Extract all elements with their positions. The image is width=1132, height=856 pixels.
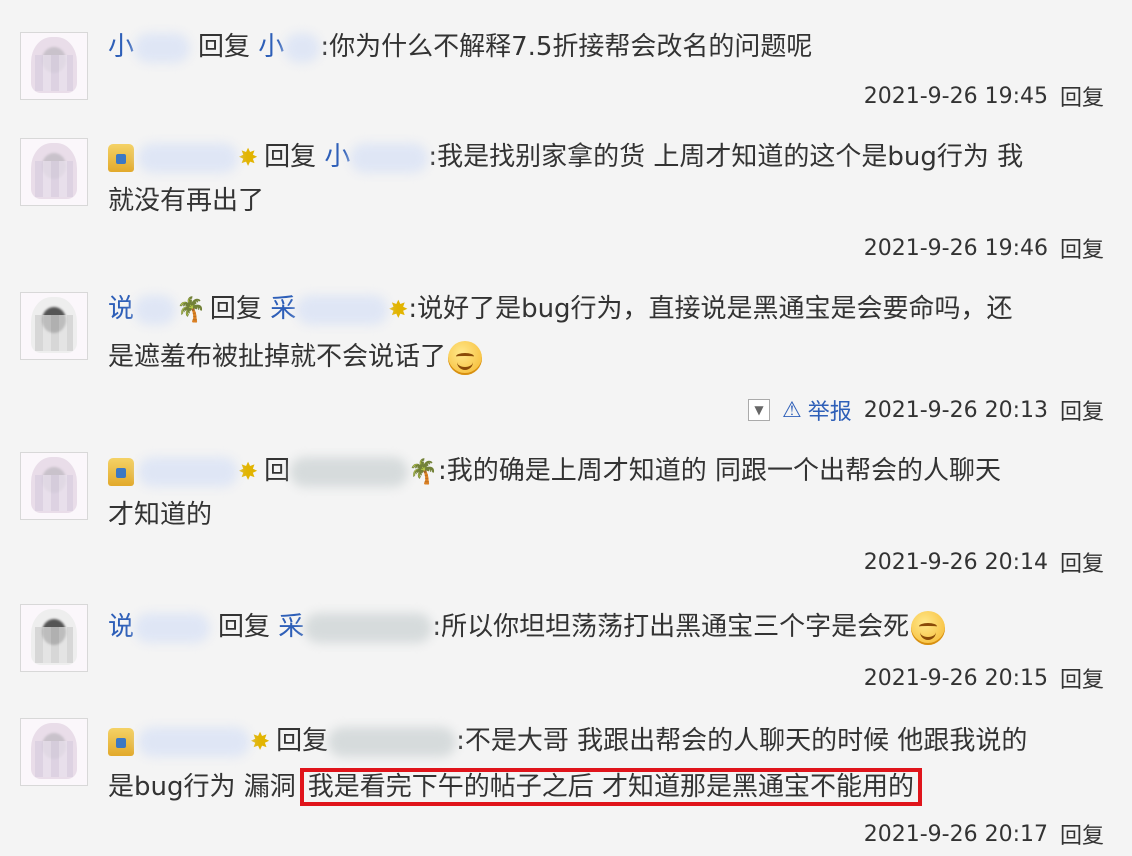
star-badge-icon: ✸: [238, 143, 259, 172]
blurred-username: [304, 612, 433, 643]
avatar[interactable]: [20, 292, 88, 360]
timestamp: 2021-9-26 20:17: [863, 821, 1048, 847]
report-button[interactable]: ⚠ 举报: [782, 394, 852, 426]
timestamp: 2021-9-26 20:13: [863, 397, 1048, 423]
report-label: 举报: [807, 400, 852, 425]
reply-button[interactable]: 回复: [1060, 662, 1104, 694]
crown-icon: [108, 727, 134, 756]
comment-line: ✸ 回复 :不是大哥 我跟出帮会的人聊天的时候 他跟我说的: [108, 718, 1108, 765]
username[interactable]: 说: [108, 612, 211, 643]
palm-icon: 🌴: [176, 295, 206, 324]
comment-meta: ▼ ⚠ 举报 2021-9-26 20:13 回复: [747, 394, 1104, 426]
comment-text: :我是找别家拿的货 上周才知道的这个是bug行为 我: [428, 142, 1024, 172]
reply-target[interactable]: 小: [258, 32, 321, 63]
comment-text: :你为什么不解释7.5折接帮会改名的问题呢: [320, 32, 813, 62]
reply-target[interactable]: 采: [270, 294, 389, 325]
comment-text: :我的确是上周才知道的 同跟一个出帮会的人聊天: [438, 456, 1002, 486]
crown-icon: [108, 457, 134, 486]
comment-text-continued: 就没有再出了: [108, 186, 265, 216]
comment-text-continued-label: 是bug行为 漏洞: [108, 772, 296, 802]
comment-text-continued: 是bug行为 漏洞 我是看完下午的帖子之后 才知道那是黑通宝不能用的: [108, 764, 1108, 810]
star-badge-icon: ✸: [388, 295, 409, 324]
blurred-username: [296, 294, 389, 325]
avatar[interactable]: [20, 718, 88, 786]
reply-target[interactable]: 小: [324, 142, 429, 173]
comment-meta: 2021-9-26 19:46 回复: [864, 232, 1104, 264]
username[interactable]: 小: [108, 32, 191, 63]
comment-thread: 小回复 小:你为什么不解释7.5折接帮会改名的问题呢 2021-9-26 19:…: [0, 0, 1132, 856]
star-badge-icon: ✸: [250, 727, 271, 756]
avatar[interactable]: [20, 604, 88, 672]
comment-text: :不是大哥 我跟出帮会的人聊天的时候 他跟我说的: [456, 726, 1028, 756]
blurred-username: [284, 32, 321, 63]
comment-line: ✸ 回复 小:我是找别家拿的货 上周才知道的这个是bug行为 我: [108, 134, 1108, 181]
blurred-username: [290, 456, 409, 487]
warning-icon: ⚠: [781, 397, 802, 423]
reply-button[interactable]: 回复: [1060, 394, 1104, 426]
highlighted-text: 我是看完下午的帖子之后 才知道那是黑通宝不能用的: [299, 768, 923, 806]
blurred-username: [138, 456, 238, 487]
blurred-username: [134, 612, 211, 643]
timestamp: 2021-9-26 20:15: [863, 665, 1048, 691]
reply-word: 回复: [276, 726, 329, 756]
comment-text-continued-label: 是遮羞布被扯掉就不会说话了: [108, 342, 447, 372]
comment-meta: 2021-9-26 20:14 回复: [864, 546, 1104, 578]
avatar[interactable]: [20, 32, 88, 100]
comment-text-continued: 才知道的: [108, 500, 213, 530]
comment-line: 说 🌴 回复 采 ✸:说好了是bug行为，直接说是黑通宝是会要命吗，还: [108, 286, 1108, 333]
reply-button[interactable]: 回复: [1060, 80, 1104, 112]
reply-word: 回复: [209, 294, 262, 324]
chevron-down-icon[interactable]: ▼: [747, 399, 770, 421]
reply-word: 回复: [264, 142, 317, 172]
reply-target[interactable]: 采: [278, 612, 433, 643]
timestamp: 2021-9-26 19:45: [863, 83, 1048, 109]
smile-emoji-icon: [448, 340, 483, 375]
blurred-username: [138, 726, 250, 757]
username[interactable]: 说: [108, 294, 177, 325]
reply-word: 回复: [218, 612, 271, 642]
palm-icon: 🌴: [408, 457, 439, 486]
avatar[interactable]: [20, 452, 88, 520]
reply-button[interactable]: 回复: [1060, 818, 1104, 850]
comment-text: :所以你坦坦荡荡打出黑通宝三个字是会死: [432, 612, 910, 642]
comment-text-continued: 是遮羞布被扯掉就不会说话了: [108, 334, 1108, 380]
blurred-username: [328, 726, 457, 757]
timestamp: 2021-9-26 19:46: [863, 235, 1048, 261]
blurred-username: [134, 294, 177, 325]
reply-button[interactable]: 回复: [1060, 232, 1104, 264]
blurred-username: [138, 142, 238, 173]
blurred-username: [350, 142, 429, 173]
comment-line: ✸ 回 🌴:我的确是上周才知道的 同跟一个出帮会的人聊天: [108, 448, 1108, 495]
star-badge-icon: ✸: [238, 457, 259, 486]
reply-word: 回: [264, 456, 291, 486]
comment-meta: 2021-9-26 19:45 回复: [864, 80, 1104, 112]
reply-word: 回复: [198, 32, 251, 62]
comment-meta: 2021-9-26 20:17 回复: [864, 818, 1104, 850]
blurred-username: [134, 32, 191, 63]
crown-icon: [108, 143, 134, 172]
comment-meta: 2021-9-26 20:15 回复: [864, 662, 1104, 694]
smile-emoji-icon: [911, 610, 946, 645]
reply-button[interactable]: 回复: [1060, 546, 1104, 578]
comment-line: 说回复 采:所以你坦坦荡荡打出黑通宝三个字是会死: [108, 604, 1108, 650]
avatar[interactable]: [20, 138, 88, 206]
timestamp: 2021-9-26 20:14: [863, 549, 1048, 575]
comment-text: :说好了是bug行为，直接说是黑通宝是会要命吗，还: [408, 294, 1013, 324]
comment-line: 小回复 小:你为什么不解释7.5折接帮会改名的问题呢: [108, 24, 1108, 70]
